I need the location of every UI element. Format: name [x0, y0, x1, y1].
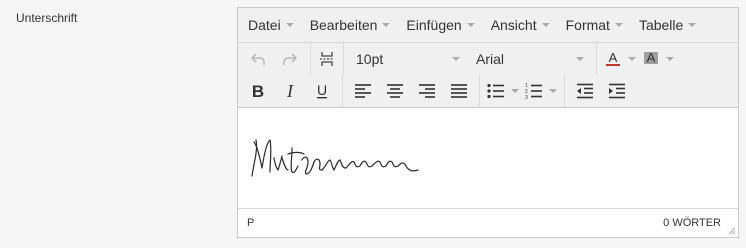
bullet-list-icon	[487, 83, 504, 99]
numbered-list-dropdown[interactable]	[546, 77, 560, 105]
page-break-icon	[320, 52, 334, 66]
chevron-down-icon	[466, 23, 475, 27]
bold-glyph: B	[252, 82, 264, 100]
menu-einfuegen-label: Einfügen	[406, 17, 462, 33]
menu-ansicht[interactable]: Ansicht	[483, 11, 558, 39]
italic-button[interactable]: I	[274, 77, 306, 105]
underline-button[interactable]: U	[306, 77, 338, 105]
menu-datei-label: Datei	[248, 17, 281, 33]
text-color-glyph: A	[609, 50, 618, 65]
format-group: B I U	[238, 75, 343, 107]
background-color-dropdown[interactable]	[663, 45, 677, 73]
menu-tabelle-label: Tabelle	[638, 17, 684, 33]
align-group	[343, 75, 480, 107]
editor-content[interactable]	[238, 108, 738, 208]
bullet-list-button[interactable]	[484, 77, 508, 105]
menu-bearbeiten-label: Bearbeiten	[309, 17, 378, 33]
menu-datei[interactable]: Datei	[240, 11, 302, 39]
align-center-button[interactable]	[379, 77, 411, 105]
text-color-button[interactable]: A	[601, 45, 625, 73]
menubar: Datei Bearbeiten Einfügen Ansicht Format…	[238, 8, 738, 43]
word-count: 0 WÖRTER	[663, 217, 721, 229]
outdent-button[interactable]	[569, 77, 601, 105]
svg-text:3: 3	[525, 95, 528, 99]
indent-group	[565, 75, 637, 107]
underline-glyph: U	[317, 82, 327, 98]
bold-button[interactable]: B	[242, 77, 274, 105]
font-size-select[interactable]: 10pt	[348, 45, 468, 73]
align-left-icon	[355, 84, 371, 98]
text-color-dropdown[interactable]	[625, 45, 639, 73]
toolbar-row-1: 10pt Arial A A	[238, 43, 681, 75]
insert-group	[311, 43, 344, 75]
chevron-down-icon	[285, 23, 294, 27]
indent-button[interactable]	[601, 77, 633, 105]
toolbar: 10pt Arial A A B I U 1 2 3	[238, 43, 738, 108]
undo-button[interactable]	[242, 45, 274, 73]
chevron-down-icon	[614, 23, 623, 27]
background-color-button[interactable]: A	[639, 45, 663, 73]
redo-button[interactable]	[274, 45, 306, 73]
align-right-icon	[419, 84, 435, 98]
chevron-down-icon	[452, 57, 460, 61]
numbered-list-icon: 123	[525, 83, 542, 99]
italic-icon: I	[286, 82, 294, 100]
page-break-button[interactable]	[315, 45, 339, 73]
font-family-value: Arial	[476, 51, 505, 67]
font-group: 10pt Arial	[344, 43, 597, 75]
toolbar-row-2: B I U 1 2 3	[238, 75, 637, 107]
outdent-icon	[577, 83, 593, 99]
background-color-icon: A	[644, 50, 658, 65]
handwritten-signature-image	[251, 139, 419, 177]
underline-icon: U	[317, 82, 327, 99]
bg-color-glyph: A	[647, 50, 656, 65]
align-left-button[interactable]	[347, 77, 379, 105]
indent-icon	[609, 83, 625, 99]
numbered-list-button[interactable]: 123	[522, 77, 546, 105]
field-label: Unterschrift	[16, 11, 78, 25]
chevron-down-icon	[576, 57, 584, 61]
menu-format[interactable]: Format	[558, 11, 631, 39]
font-size-value: 10pt	[356, 51, 384, 67]
chevron-down-icon	[666, 57, 674, 61]
menu-tabelle[interactable]: Tabelle	[631, 11, 704, 39]
chevron-down-icon	[511, 89, 519, 93]
menu-format-label: Format	[565, 17, 610, 33]
chevron-down-icon	[628, 57, 636, 61]
chevron-down-icon	[382, 23, 391, 27]
menu-einfuegen[interactable]: Einfügen	[398, 11, 482, 39]
bold-icon: B	[252, 82, 264, 100]
statusbar: P 0 WÖRTER	[238, 208, 738, 237]
align-center-icon	[387, 84, 403, 98]
align-right-button[interactable]	[411, 77, 443, 105]
menu-ansicht-label: Ansicht	[490, 17, 537, 33]
bullet-list-dropdown[interactable]	[508, 77, 522, 105]
italic-glyph: I	[286, 82, 294, 100]
undo-icon	[250, 53, 265, 65]
menu-bearbeiten[interactable]: Bearbeiten	[302, 11, 399, 39]
chevron-down-icon	[688, 23, 697, 27]
align-justify-button[interactable]	[443, 77, 475, 105]
text-color-icon: A	[606, 50, 620, 66]
chevron-down-icon	[549, 89, 557, 93]
element-path[interactable]: P	[247, 217, 254, 229]
list-group: 123	[480, 75, 565, 107]
align-justify-icon	[451, 84, 467, 98]
history-group	[238, 43, 311, 75]
color-group: A A	[597, 43, 681, 75]
redo-icon	[283, 53, 298, 65]
resize-handle-icon[interactable]	[728, 227, 736, 235]
font-family-select[interactable]: Arial	[468, 45, 592, 73]
chevron-down-icon	[541, 23, 550, 27]
rich-text-editor: Datei Bearbeiten Einfügen Ansicht Format…	[237, 7, 739, 238]
